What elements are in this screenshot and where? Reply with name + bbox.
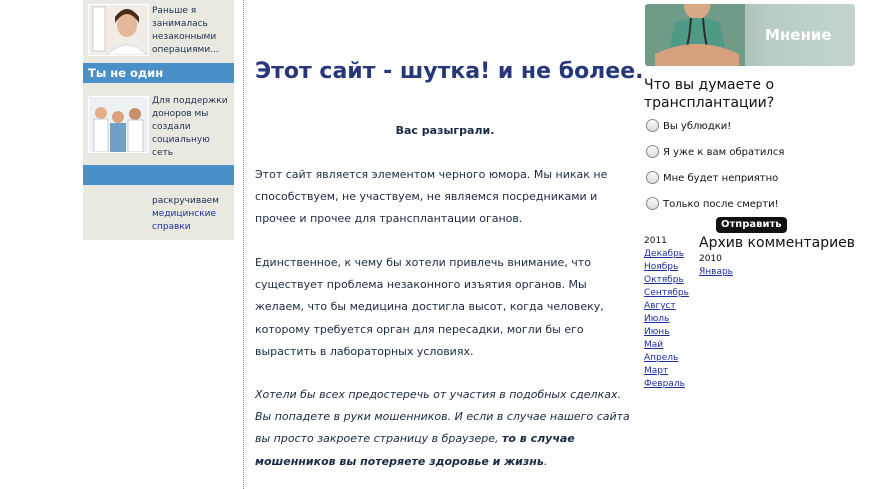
banner-title: Мнение	[765, 26, 832, 44]
archive-month-link[interactable]: Декабрь	[644, 248, 684, 261]
radio-button[interactable]	[646, 145, 659, 158]
nurse-photo[interactable]	[88, 4, 149, 56]
archive-month-link[interactable]: Октябрь	[644, 274, 684, 287]
archive-month-link[interactable]: Июль	[644, 313, 669, 326]
archive-month-link[interactable]: Февраль	[644, 378, 685, 391]
doctor-photo	[645, 4, 745, 66]
paragraph-3: Хотели бы всех предостеречь от участия в…	[255, 384, 635, 473]
column-divider	[243, 0, 244, 489]
poll-option-label[interactable]: Вы ублюдки!	[663, 121, 731, 132]
archive-month-link[interactable]: Май	[644, 339, 663, 352]
poll-option-label[interactable]: Мне будет неприятно	[663, 173, 778, 184]
archive-year-2011: 2011	[644, 236, 667, 246]
paragraph-1: Этот сайт является элементом черного юмо…	[255, 168, 608, 226]
sidebar-blue-bar	[83, 165, 234, 185]
sidebar-item1-text[interactable]: Раньше я занималась незаконными операция…	[152, 5, 230, 57]
sidebar-item-illegal-operations[interactable]: Раньше я занималась незаконными операция…	[83, 0, 234, 62]
promo-link[interactable]: медицинские справки	[152, 208, 230, 234]
doctors-photo[interactable]	[88, 96, 149, 153]
archive-month-link[interactable]: Август	[644, 300, 676, 313]
poll-option-label[interactable]: Только после смерти!	[663, 199, 779, 210]
radio-button[interactable]	[646, 119, 659, 132]
submit-button[interactable]: Отправить	[716, 217, 787, 233]
radio-button[interactable]	[646, 197, 659, 210]
radio-button[interactable]	[646, 171, 659, 184]
archive-month-link[interactable]: Ноябрь	[644, 261, 678, 274]
archive-month-link[interactable]: Март	[644, 365, 668, 378]
archive-month-link[interactable]: Апрель	[644, 352, 678, 365]
poll-option-label[interactable]: Я уже к вам обратился	[663, 147, 784, 158]
paragraph-3-end: .	[543, 454, 548, 468]
page-subtitle: Вас разыграли.	[395, 124, 495, 137]
archive-month-link[interactable]: Январь	[699, 266, 733, 279]
archive-year-2010: 2010	[699, 254, 722, 264]
sidebar-item-social-network[interactable]: Для поддержки доноров мы создали социаль…	[83, 90, 234, 158]
archive-title: Архив комментариев	[699, 235, 856, 251]
poll-question: Что вы думаете о трансплантации?	[644, 77, 775, 111]
paragraph-2: Единственное, к чему бы хотели привлечь …	[255, 256, 604, 358]
archive-month-link[interactable]: Июнь	[644, 326, 670, 339]
page-title: Этот сайт - шутка! и не более.	[255, 59, 644, 84]
sidebar-promo[interactable]: раскручиваем медицинские справки	[152, 195, 230, 234]
sidebar-heading: Ты не один	[83, 63, 234, 83]
left-sidebar: Раньше я занималась незаконными операция…	[83, 0, 234, 240]
promo-line1: раскручиваем	[152, 196, 219, 206]
archive-month-link[interactable]: Сентябрь	[644, 287, 689, 300]
opinion-banner: Мнение	[645, 4, 855, 66]
sidebar-item2-text[interactable]: Для поддержки доноров мы создали социаль…	[152, 95, 230, 160]
